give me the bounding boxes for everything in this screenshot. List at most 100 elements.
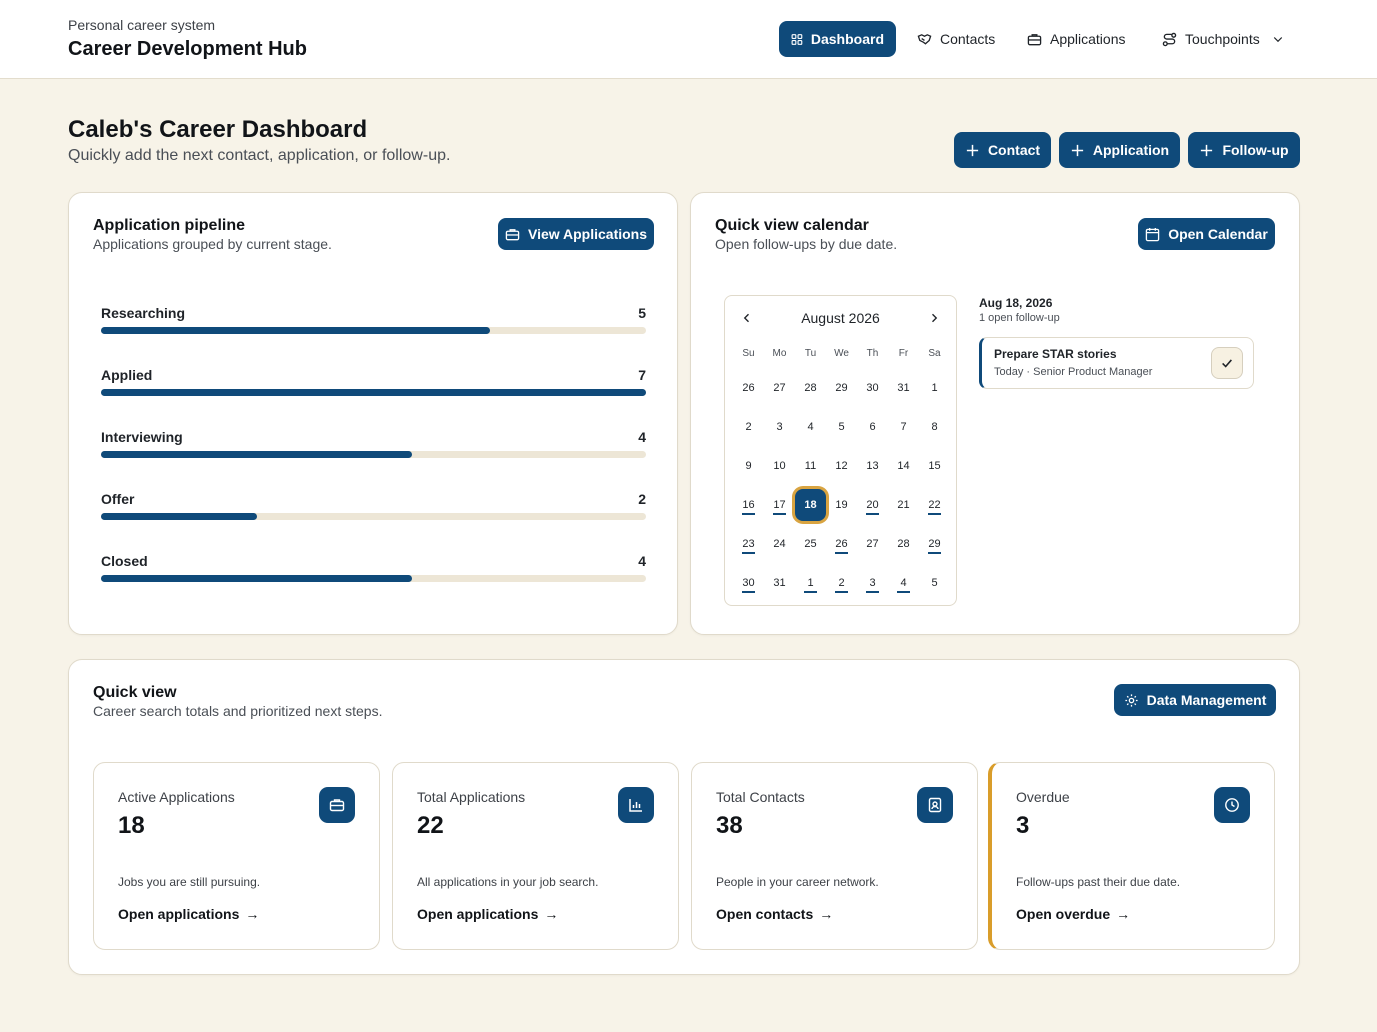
calendar-icon — [1145, 227, 1160, 241]
calendar-day[interactable]: 13 — [857, 446, 888, 485]
open-overdue-link[interactable]: Open overdue → — [1016, 906, 1130, 922]
stat-description: Follow-ups past their due date. — [1016, 875, 1181, 889]
calendar-day[interactable]: 8 — [919, 407, 950, 446]
selected-day-label: 18 — [795, 488, 826, 521]
complete-followup-button[interactable] — [1211, 347, 1243, 379]
add-contact-label: Contact — [987, 142, 1041, 158]
calendar-day[interactable]: 11 — [795, 446, 826, 485]
nav-touchpoints[interactable]: Touchpoints — [1150, 21, 1296, 57]
stage-progress-track — [101, 389, 646, 396]
briefcase-icon — [1027, 33, 1042, 45]
clock-icon — [1214, 787, 1250, 823]
arrow-right-icon: → — [1116, 906, 1131, 922]
nav-contacts[interactable]: Contacts — [905, 21, 1007, 57]
add-contact-button[interactable]: Contact — [954, 132, 1051, 168]
calendar-day[interactable]: 28 — [795, 368, 826, 407]
contact-card-icon — [917, 787, 953, 823]
calendar-day[interactable]: 25 — [795, 524, 826, 563]
calendar-day[interactable]: 29 — [919, 524, 950, 563]
calendar-day[interactable]: 14 — [888, 446, 919, 485]
add-followup-label: Follow-up — [1222, 142, 1289, 158]
stat-link-label: Open applications — [417, 906, 539, 922]
stat-value: 38 — [716, 812, 743, 839]
add-followup-button[interactable]: Follow-up — [1188, 132, 1300, 168]
calendar-day[interactable]: 12 — [826, 446, 857, 485]
stage-label: Offer — [101, 491, 135, 507]
calendar-day[interactable]: 30 — [733, 563, 764, 602]
calendar-day[interactable]: 28 — [888, 524, 919, 563]
calendar-day[interactable]: 27 — [764, 368, 795, 407]
calendar-day[interactable]: 2 — [733, 407, 764, 446]
calendar-day[interactable]: 22 — [919, 485, 950, 524]
open-calendar-label: Open Calendar — [1168, 226, 1268, 242]
calendar-day[interactable]: 15 — [919, 446, 950, 485]
open-applications-link[interactable]: Open applications → — [118, 906, 259, 922]
calendar-day[interactable]: 21 — [888, 485, 919, 524]
calendar-day[interactable]: 1 — [919, 368, 950, 407]
data-management-button[interactable]: Data Management — [1114, 684, 1276, 716]
quickview-subtitle: Career search totals and prioritized nex… — [93, 703, 383, 719]
calendar-day[interactable]: 9 — [733, 446, 764, 485]
calendar-day[interactable]: 7 — [888, 407, 919, 446]
pipeline-subtitle: Applications grouped by current stage. — [93, 236, 332, 252]
calendar-day[interactable]: 29 — [826, 368, 857, 407]
add-application-button[interactable]: Application — [1059, 132, 1180, 168]
pipeline-title: Application pipeline — [93, 217, 246, 234]
calendar-day[interactable]: 5 — [919, 563, 950, 602]
calendar-day[interactable]: 31 — [888, 368, 919, 407]
calendar-day[interactable]: 16 — [733, 485, 764, 524]
calendar-day[interactable]: 23 — [733, 524, 764, 563]
calendar-card: Quick view calendar Open follow-ups by d… — [690, 192, 1300, 635]
stage-label: Closed — [101, 553, 148, 569]
calendar-day[interactable]: 10 — [764, 446, 795, 485]
stage-count: 7 — [638, 367, 646, 383]
calendar-day[interactable]: 17 — [764, 485, 795, 524]
calendar-day[interactable]: 2 — [826, 563, 857, 602]
page-subtitle: Quickly add the next contact, applicatio… — [68, 147, 451, 164]
agenda-count: 1 open follow-up — [979, 312, 1060, 324]
open-contacts-link[interactable]: Open contacts → — [716, 906, 833, 922]
stat-label: Total Contacts — [716, 789, 805, 805]
calendar-day[interactable]: 26 — [826, 524, 857, 563]
nav-dashboard[interactable]: Dashboard — [779, 21, 896, 57]
open-calendar-button[interactable]: Open Calendar — [1138, 218, 1275, 250]
check-icon — [1222, 359, 1232, 368]
stage-progress-fill — [101, 389, 646, 396]
briefcase-icon — [319, 787, 355, 823]
calendar-day[interactable]: 30 — [857, 368, 888, 407]
stat-card-overdue: Overdue 3 Follow-ups past their due date… — [988, 762, 1275, 950]
calendar-day[interactable]: 27 — [857, 524, 888, 563]
view-applications-button[interactable]: View Applications — [498, 218, 654, 250]
stat-description: Jobs you are still pursuing. — [118, 875, 261, 889]
month-calendar: August 2026 Su Mo Tu We Th Fr Sa 26 27 28 29 30 31 1 2… — [724, 295, 957, 606]
followup-item[interactable]: Prepare STAR stories Today · Senior Prod… — [979, 337, 1254, 389]
calendar-day[interactable]: 3 — [857, 563, 888, 602]
stage-count: 5 — [638, 305, 646, 321]
calendar-day[interactable]: 4 — [888, 563, 919, 602]
arrow-right-icon: → — [819, 906, 834, 922]
page-title: Caleb's Career Dashboard — [68, 116, 368, 143]
calendar-day[interactable]: 5 — [826, 407, 857, 446]
next-month-button[interactable] — [924, 308, 944, 328]
stage-progress-fill — [101, 513, 257, 520]
stat-card-active-applications: Active Applications 18 Jobs you are stil… — [93, 762, 380, 950]
stage-count: 4 — [638, 429, 646, 445]
calendar-day[interactable]: 20 — [857, 485, 888, 524]
nav-touchpoints-label: Touchpoints — [1185, 31, 1260, 47]
pipeline-stage: Closed 4 — [101, 553, 646, 582]
stage-label: Interviewing — [101, 429, 183, 445]
stat-description: People in your career network. — [716, 875, 879, 889]
open-applications-link[interactable]: Open applications → — [417, 906, 558, 922]
calendar-day[interactable]: 1 — [795, 563, 826, 602]
calendar-day[interactable]: 24 — [764, 524, 795, 563]
calendar-day[interactable]: 3 — [764, 407, 795, 446]
calendar-day[interactable]: 6 — [857, 407, 888, 446]
route-icon — [1162, 32, 1177, 46]
calendar-day[interactable]: 4 — [795, 407, 826, 446]
calendar-day[interactable]: 31 — [764, 563, 795, 602]
calendar-day[interactable]: 26 — [733, 368, 764, 407]
calendar-day-selected[interactable]: 18 — [795, 485, 826, 524]
weekday-label: Sa — [928, 348, 941, 359]
calendar-day[interactable]: 19 — [826, 485, 857, 524]
nav-applications[interactable]: Applications — [1015, 21, 1138, 57]
